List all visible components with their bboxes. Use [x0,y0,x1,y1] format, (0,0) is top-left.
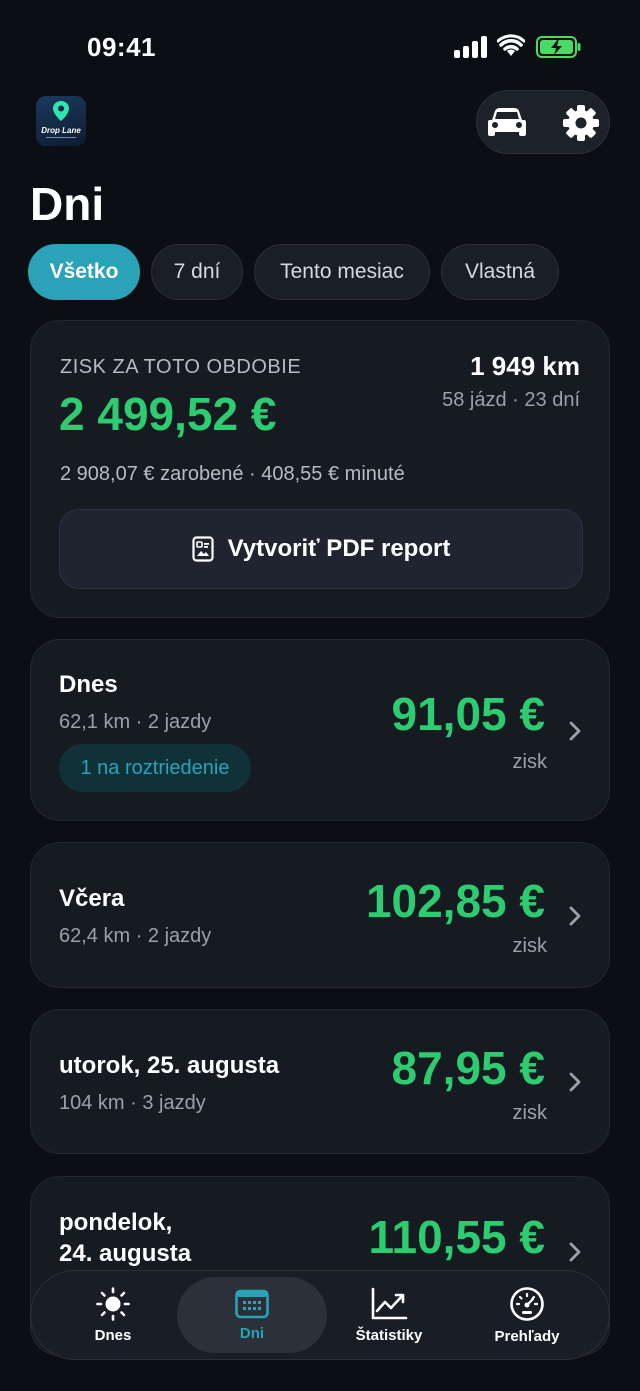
day-meta: 62,1 km · 2 jazdy [59,711,212,733]
chevron-right-icon [569,721,581,741]
day-meta: 62,4 km · 2 jazdy [59,925,212,947]
tab-days[interactable]: Dni [177,1277,327,1353]
report-icon [192,536,214,562]
day-profit: 102,85 € [365,875,545,927]
day-title-line-1: pondelok, [59,1209,173,1236]
create-pdf-report-label: Vytvoriť PDF report [227,535,451,562]
day-card-tuesday[interactable]: utorok, 25. augusta 104 km · 3 jazdy 87,… [30,1009,610,1154]
chevron-right-icon [569,1242,581,1262]
day-title: utorok, 25. augusta [59,1052,280,1079]
gauge-icon [510,1286,544,1321]
day-card-today[interactable]: Dnes 62,1 km · 2 jazdy 1 na roztriedenie… [30,639,610,821]
logo-tagline-line [46,137,76,138]
day-title-line-2: 24. augusta [59,1240,192,1267]
location-pin-icon [53,101,69,121]
day-card-yesterday[interactable]: Včera 62,4 km · 2 jazdy 102,85 € zisk [30,842,610,988]
calendar-icon [235,1289,269,1318]
unsorted-badge[interactable]: 1 na roztriedenie [59,744,251,792]
gear-icon [563,105,599,141]
day-title: Dnes [59,671,118,698]
tab-label: Dnes [94,1326,132,1344]
summary-card: ZISK ZA TOTO OBDOBIE 2 499,52 € 1 949 km… [30,320,610,618]
chevron-right-icon [569,906,581,926]
tab-overviews[interactable]: Prehľady [457,1277,597,1353]
cellular-signal-icon [454,36,488,58]
filter-chip-this-month[interactable]: Tento mesiac [254,244,430,300]
vehicle-button[interactable] [487,103,527,143]
battery-charging-icon [536,36,581,58]
app-logo: Drop Lane [36,96,86,146]
day-profit-label: zisk [512,935,547,957]
filter-chip-all[interactable]: Všetko [28,244,140,300]
tab-bar: Dnes Dni Štatistiky Prehľady [30,1270,610,1360]
create-pdf-report-button[interactable]: Vytvoriť PDF report [59,509,583,589]
day-title: Včera [59,885,125,912]
sun-icon [96,1286,130,1321]
day-title: pondelok, 24. augusta [59,1207,191,1269]
day-profit-label: zisk [512,751,547,773]
car-icon [488,108,526,136]
day-profit-label: zisk [512,1102,547,1124]
tab-statistics[interactable]: Štatistiky [319,1277,459,1353]
status-bar: 09:41 [0,0,640,96]
summary-label: ZISK ZA TOTO OBDOBIE [60,356,302,378]
day-profit: 87,95 € [391,1042,545,1094]
header-actions [476,90,610,154]
summary-trips-days: 58 jázd · 23 dní [442,389,580,411]
status-time: 09:41 [87,32,156,62]
tab-label: Štatistiky [355,1326,423,1344]
summary-breakdown: 2 908,07 € zarobené · 408,55 € minuté [60,463,405,485]
chevron-right-icon [569,1072,581,1092]
filter-chip-custom[interactable]: Vlastná [441,244,559,300]
wifi-icon [497,34,525,56]
day-profit: 91,05 € [391,688,545,740]
filter-chip-7-days[interactable]: 7 dní [151,244,243,300]
tab-today[interactable]: Dnes [43,1277,183,1353]
summary-total-profit: 2 499,52 € [59,388,277,440]
summary-distance: 1 949 km [470,351,580,381]
tab-label: Prehľady [494,1327,560,1345]
logo-text: Drop Lane [41,126,81,135]
day-meta: 104 km · 3 jazdy [59,1092,206,1114]
page-title: Dni [30,178,105,230]
settings-button[interactable] [561,103,601,143]
chart-icon [371,1287,408,1319]
tab-label: Dni [239,1324,265,1342]
day-profit: 110,55 € [368,1211,545,1263]
